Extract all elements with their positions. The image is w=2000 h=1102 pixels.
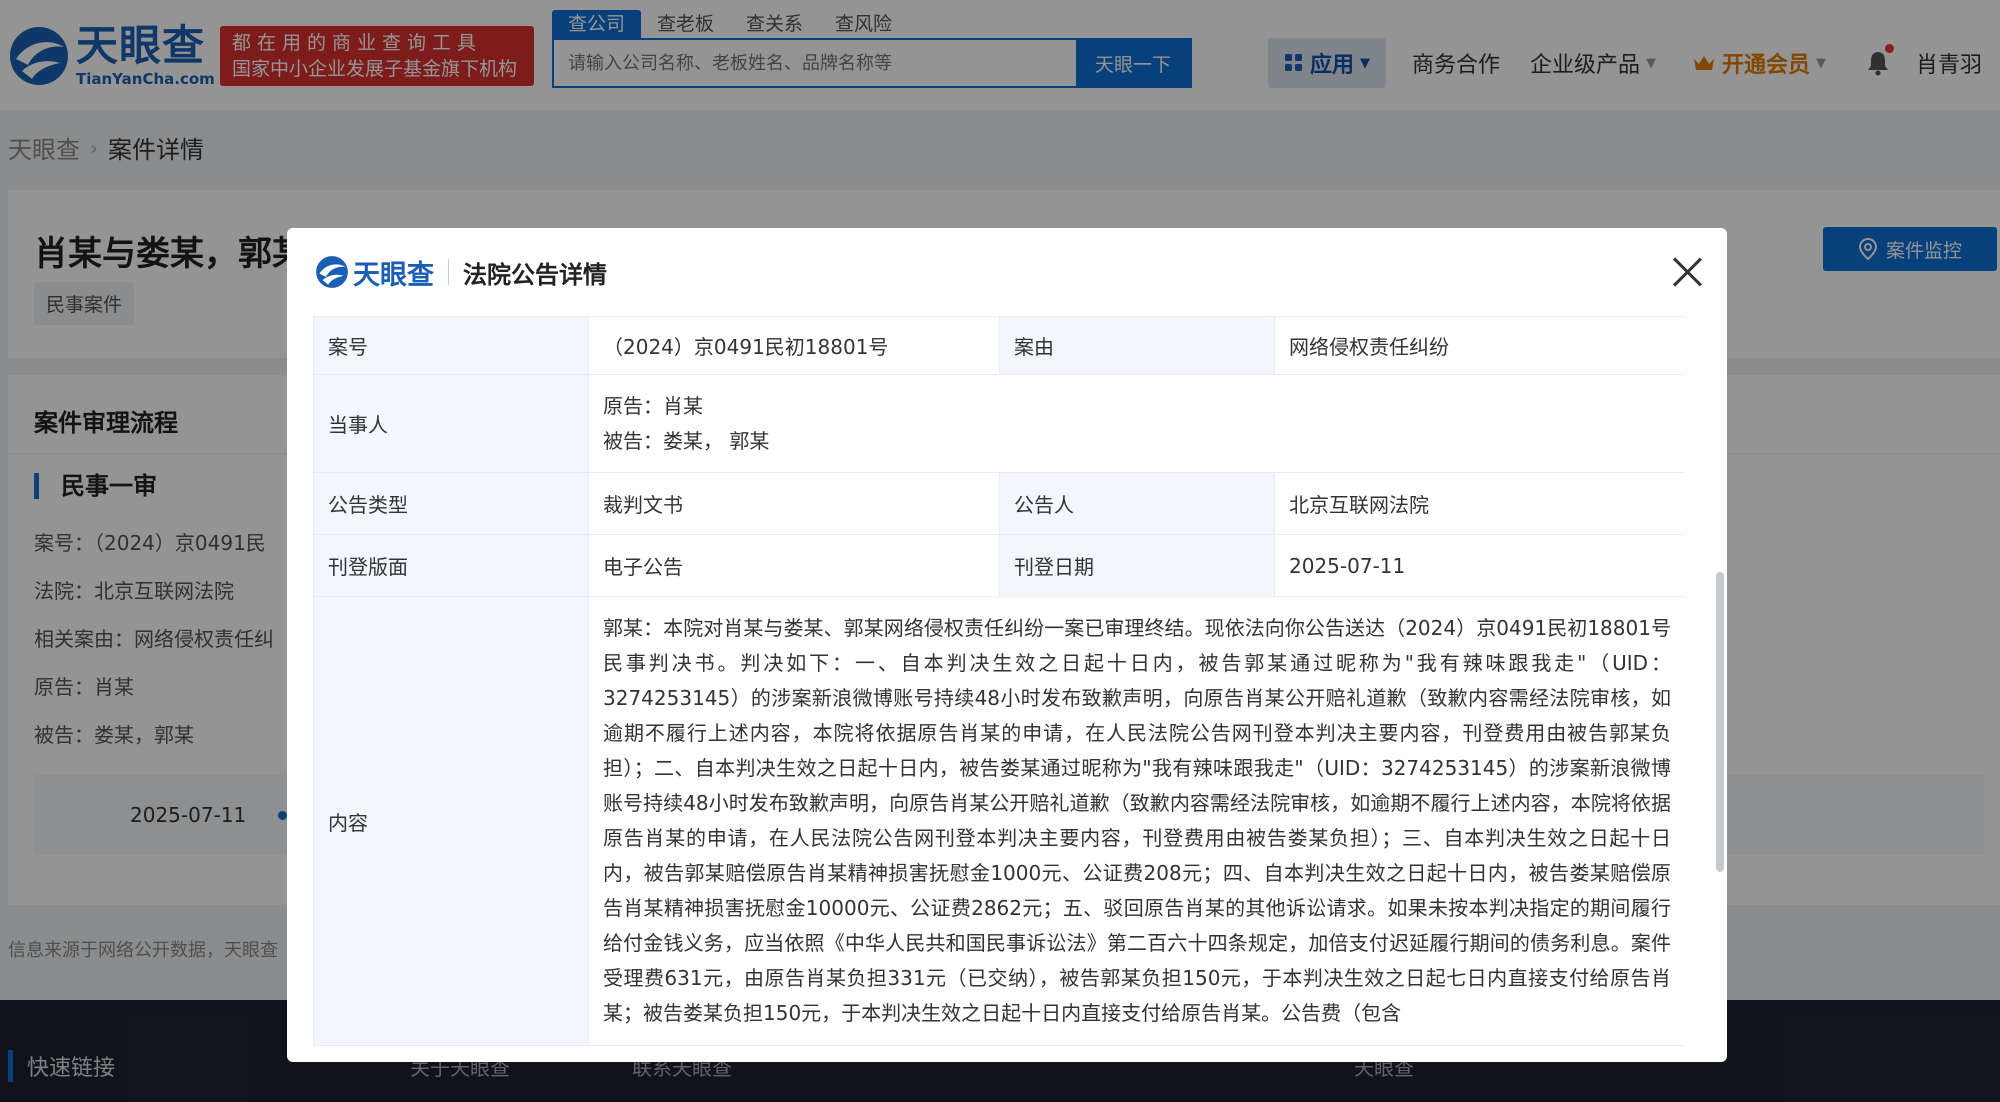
modal-logo-text: 天眼查 bbox=[353, 259, 434, 291]
date-label: 刊登日期 bbox=[999, 534, 1275, 597]
type-value: 裁判文书 bbox=[588, 472, 1000, 535]
table-row: 公告类型 裁判文书 公告人 北京互联网法院 bbox=[313, 472, 1685, 535]
divider bbox=[448, 259, 449, 285]
content-value: 郭某：本院对肖某与娄某、郭某网络侵权责任纠纷一案已审理终结。现依法向你公告送达（… bbox=[588, 596, 1685, 1046]
modal-logo: 天眼查 bbox=[315, 253, 434, 292]
layout-value: 电子公告 bbox=[588, 534, 1000, 597]
parties-value: 原告：肖某 被告：娄某， 郭某 bbox=[588, 374, 1685, 473]
notice-table: 案号 （2024）京0491民初18801号 案由 网络侵权责任纠纷 当事人 原… bbox=[313, 316, 1685, 1046]
date-value: 2025-07-11 bbox=[1274, 534, 1685, 597]
parties-label: 当事人 bbox=[313, 374, 589, 473]
cause-label: 案由 bbox=[999, 316, 1275, 375]
scrollbar-thumb[interactable] bbox=[1716, 572, 1724, 872]
announcer-label: 公告人 bbox=[999, 472, 1275, 535]
case-no-value: （2024）京0491民初18801号 bbox=[588, 316, 1000, 375]
table-row: 内容 郭某：本院对肖某与娄某、郭某网络侵权责任纠纷一案已审理终结。现依法向你公告… bbox=[313, 596, 1685, 1046]
modal-title: 法院公告详情 bbox=[463, 260, 607, 289]
layout-label: 刊登版面 bbox=[313, 534, 589, 597]
content-label: 内容 bbox=[313, 596, 589, 1046]
plaintiff-value: 原告：肖某 bbox=[603, 393, 703, 418]
table-row: 当事人 原告：肖某 被告：娄某， 郭某 bbox=[313, 374, 1685, 473]
announcer-value: 北京互联网法院 bbox=[1274, 472, 1685, 535]
modal-body[interactable]: 案号 （2024）京0491民初18801号 案由 网络侵权责任纠纷 当事人 原… bbox=[313, 316, 1685, 1062]
tianyancha-logo-icon bbox=[316, 256, 348, 288]
case-no-label: 案号 bbox=[313, 316, 589, 375]
close-icon[interactable] bbox=[1671, 256, 1703, 288]
court-notice-modal: 天眼查 法院公告详情 案号 （2024）京0491民初18801号 案由 网络侵… bbox=[287, 228, 1727, 1062]
table-row: 案号 （2024）京0491民初18801号 案由 网络侵权责任纠纷 bbox=[313, 316, 1685, 375]
type-label: 公告类型 bbox=[313, 472, 589, 535]
scrollbar[interactable] bbox=[1714, 320, 1726, 1062]
table-row: 刊登版面 电子公告 刊登日期 2025-07-11 bbox=[313, 534, 1685, 597]
defendant-value: 被告：娄某， 郭某 bbox=[603, 428, 770, 453]
modal-header: 天眼查 法院公告详情 bbox=[287, 228, 1727, 316]
cause-value: 网络侵权责任纠纷 bbox=[1274, 316, 1685, 375]
